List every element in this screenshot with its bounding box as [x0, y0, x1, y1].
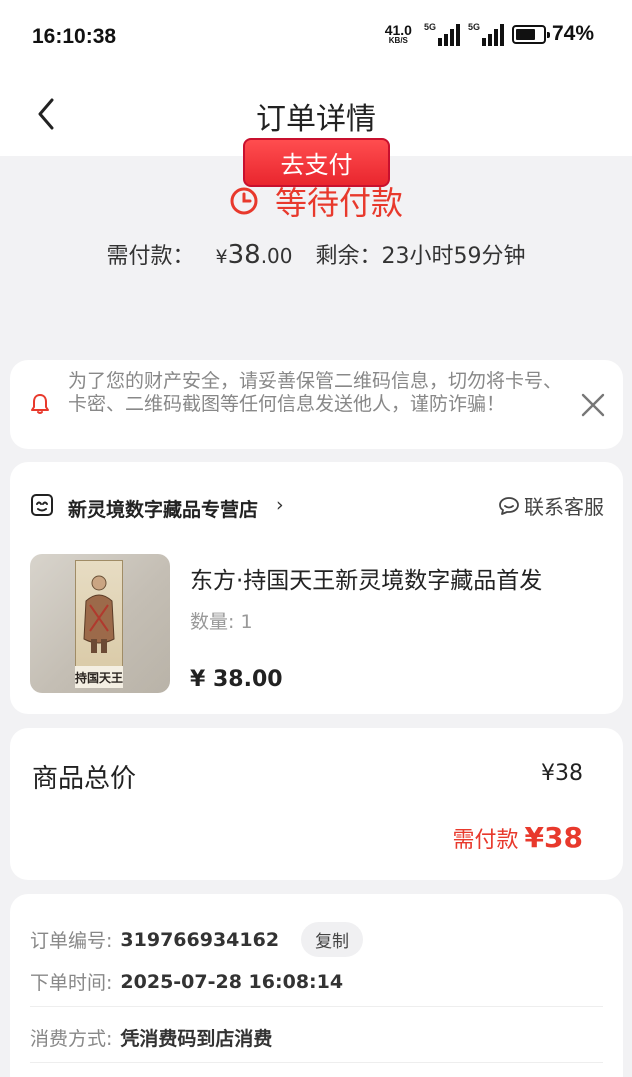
battery-indicator: 74% — [511, 22, 594, 46]
pay-amount-int: 38 — [227, 240, 261, 270]
contact-service-button[interactable]: 联系客服 — [498, 491, 604, 520]
status-time: 16:10:38 — [32, 25, 117, 48]
guardian-figure-illustration — [83, 575, 115, 653]
net-speed-value: 41.0 — [384, 22, 412, 38]
consume-method-label: 消费方式: — [30, 1028, 113, 1050]
product-image-caption: 持国天王 — [75, 666, 123, 688]
product-quantity: 数量: 1 — [190, 611, 253, 633]
order-number-row: 订单编号: 319766934162 复制 — [30, 922, 364, 957]
divider — [30, 1006, 603, 1007]
need-pay-value: ¥38 — [524, 821, 583, 854]
price-summary-card: 商品总价 ¥38 需付款 ¥38 — [10, 728, 623, 880]
need-pay-row: 需付款 ¥38 — [453, 821, 583, 854]
close-icon[interactable] — [580, 392, 606, 418]
pay-label: 需付款： — [106, 244, 195, 269]
order-info-card: 订单编号: 319766934162 复制 下单时间: 2025-07-28 1… — [10, 894, 623, 1077]
pay-amount-dec: .00 — [260, 244, 293, 268]
product-title[interactable]: 东方·持国天王新灵境数字藏品首发 — [190, 561, 542, 595]
order-time-label: 下单时间: — [30, 972, 113, 994]
clock-icon — [230, 187, 258, 215]
battery-fill — [515, 28, 536, 40]
product-card: 新灵境数字藏品专营店 › 联系客服 持国天王 东方·持国天王新灵境数字藏品首发 … — [10, 462, 623, 714]
contact-service-label: 联系客服 — [524, 495, 604, 519]
chat-bubble-icon — [499, 496, 519, 515]
total-label: 商品总价 — [32, 764, 137, 794]
sim1-network-tag: 5G — [423, 22, 436, 32]
product-image[interactable]: 持国天王 — [30, 554, 170, 693]
need-pay-label: 需付款 — [452, 828, 519, 853]
pay-currency: ¥ — [215, 246, 228, 268]
status-bar: 16:10:38 41.0 KB/S 5G 5G 74% — [0, 0, 632, 72]
battery-icon — [511, 24, 550, 44]
sim2-network-tag: 5G — [467, 22, 480, 32]
total-value: ¥38 — [541, 761, 583, 786]
notice-text: 为了您的财产安全，请妥善保管二维码信息，切勿将卡号、卡密、二维码截图等任何信息发… — [68, 370, 563, 415]
bell-icon — [31, 394, 49, 414]
order-number-label: 订单编号: — [30, 930, 113, 952]
payment-due-row: 需付款： ¥38.00 剩余：23小时59分钟 — [0, 238, 632, 270]
shop-name[interactable]: 新灵境数字藏品专营店 — [68, 495, 258, 522]
battery-percent: 74% — [551, 22, 594, 45]
status-icons: 41.0 KB/S 5G 5G 74% — [385, 22, 594, 46]
order-number-value: 319766934162 — [120, 928, 280, 951]
consume-method-row: 消费方式: 凭消费码到店消费 — [30, 1024, 272, 1051]
divider — [30, 1062, 603, 1063]
product-price: ¥ 38.00 — [190, 667, 283, 692]
net-speed: 41.0 KB/S — [385, 23, 412, 45]
pay-button[interactable]: 去支付 — [243, 138, 390, 187]
order-time-row: 下单时间: 2025-07-28 16:08:14 — [30, 968, 343, 995]
shop-chevron-icon[interactable]: › — [276, 494, 284, 516]
remaining-value: 23小时59分钟 — [381, 244, 526, 269]
remaining-label: 剩余： — [315, 244, 382, 269]
net-speed-unit: KB/S — [388, 36, 408, 45]
consume-method-value: 凭消费码到店消费 — [120, 1028, 273, 1050]
signal-icon-sim1: 5G — [424, 22, 460, 46]
store-icon — [31, 494, 53, 516]
security-notice: 为了您的财产安全，请妥善保管二维码信息，切勿将卡号、卡密、二维码截图等任何信息发… — [10, 360, 623, 449]
copy-button[interactable]: 复制 — [301, 922, 364, 957]
order-time-value: 2025-07-28 16:08:14 — [120, 970, 344, 993]
page-title: 订单详情 — [256, 102, 376, 137]
signal-icon-sim2: 5G — [468, 22, 504, 46]
